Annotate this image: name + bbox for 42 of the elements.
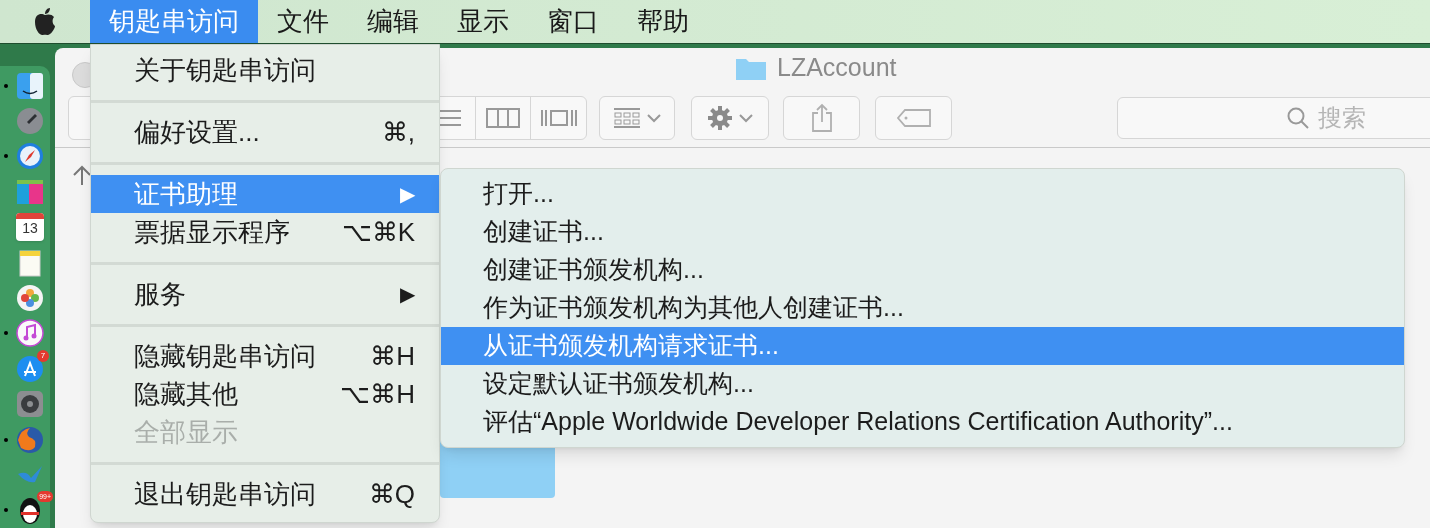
columns-view-icon[interactable]	[486, 107, 520, 128]
menu-item[interactable]: 创建证书颁发机构...	[441, 251, 1404, 289]
search-placeholder: 搜索	[1318, 102, 1366, 133]
flower-icon[interactable]	[15, 283, 45, 314]
fox-globe-icon[interactable]	[15, 424, 45, 455]
tag-icon	[895, 107, 932, 128]
menu-item[interactable]: 关于钥匙串访问	[91, 51, 439, 89]
grid-icon	[613, 106, 641, 129]
menu-item[interactable]: 评估“Apple Worldwide Developer Relations Certification Authority”...	[441, 403, 1404, 441]
menu-bar-item[interactable]: 显示	[438, 0, 528, 43]
menu-item[interactable]: 创建证书...	[441, 213, 1404, 251]
calendar-date: 13	[22, 219, 38, 238]
app-store-icon[interactable]	[15, 353, 45, 384]
share-button[interactable]	[783, 95, 860, 140]
menu-item[interactable]: 票据显示程序 ⌥⌘K	[91, 213, 439, 251]
notification-badge: 7	[37, 349, 49, 362]
menu-item[interactable]: 隐藏钥匙串访问 ⌘H	[91, 337, 439, 375]
menu-item[interactable]: 作为证书颁发机构为其他人创建证书...	[441, 289, 1404, 327]
music-note-icon[interactable]	[15, 318, 45, 349]
apple-icon[interactable]	[32, 6, 58, 37]
menu-item[interactable]: 打开...	[441, 175, 1404, 213]
menu-bar-item[interactable]: 窗口	[528, 0, 618, 43]
menu-item[interactable]: 隐藏其他 ⌥⌘H	[91, 375, 439, 413]
menu-bar-item[interactable]: 文件	[258, 0, 348, 43]
tag-button[interactable]	[875, 95, 952, 140]
action-button[interactable]	[691, 95, 769, 140]
menu-item[interactable]: 设定默认证书颁发机构...	[441, 365, 1404, 403]
chevron-down-icon	[647, 112, 661, 123]
window-title: LZAccount	[777, 52, 897, 84]
menu-item[interactable]: 退出钥匙串访问 ⌘Q	[91, 475, 439, 513]
chevron-down-icon	[739, 112, 753, 123]
up-arrow-icon	[72, 164, 92, 186]
menu-bar-item[interactable]: 帮助	[618, 0, 708, 43]
menu-bar-item[interactable]: 编辑	[348, 0, 438, 43]
finder-icon[interactable]	[15, 70, 45, 101]
calendar-icon[interactable]: 13	[16, 213, 44, 242]
share-icon	[809, 102, 834, 133]
compass-icon[interactable]	[15, 141, 45, 172]
menu-item[interactable]: 服务 ▶	[91, 275, 439, 313]
menu-item[interactable]: 偏好设置... ⌘,	[91, 113, 439, 151]
arrange-button[interactable]	[599, 95, 675, 140]
search-icon	[1286, 105, 1310, 130]
